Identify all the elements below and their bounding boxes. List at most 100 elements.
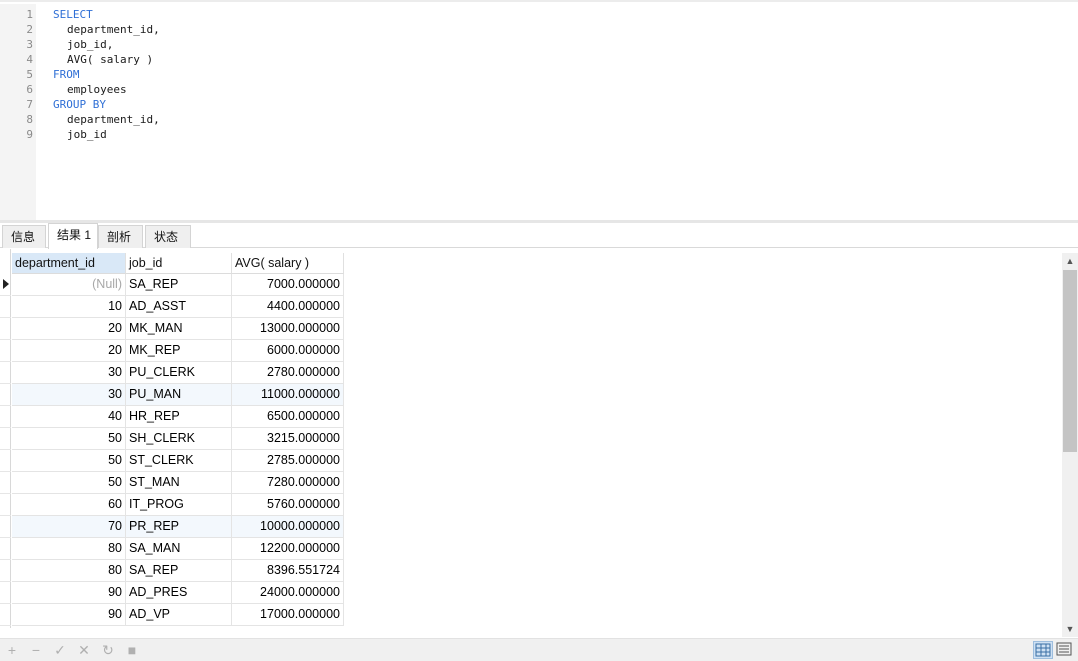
form-view-button[interactable] [1055, 641, 1075, 659]
row-selector[interactable] [0, 494, 11, 516]
cell-department-id[interactable]: 80 [12, 538, 126, 560]
row-selector[interactable] [0, 274, 11, 296]
cell-department-id[interactable]: 90 [12, 604, 126, 626]
vertical-scrollbar[interactable]: ▲ ▼ [1062, 253, 1078, 637]
cell-job-id[interactable]: PR_REP [126, 516, 232, 538]
cell-avg-salary[interactable]: 10000.000000 [232, 516, 344, 538]
table-row[interactable]: 80 SA_MAN 12200.000000 [12, 538, 344, 560]
scrollbar-thumb[interactable] [1063, 270, 1077, 452]
row-selector[interactable] [0, 450, 11, 472]
grid-view-button[interactable] [1033, 641, 1053, 659]
cell-avg-salary[interactable]: 4400.000000 [232, 296, 344, 318]
minus-icon[interactable]: − [27, 641, 45, 659]
cell-avg-salary[interactable]: 12200.000000 [232, 538, 344, 560]
close-icon[interactable]: ✕ [75, 641, 93, 659]
cell-department-id[interactable]: 90 [12, 582, 126, 604]
scroll-up-icon[interactable]: ▲ [1062, 253, 1078, 269]
cell-job-id[interactable]: HR_REP [126, 406, 232, 428]
table-row[interactable]: 60 IT_PROG 5760.000000 [12, 494, 344, 516]
cell-department-id[interactable]: (Null) [12, 274, 126, 296]
row-selector[interactable] [0, 472, 11, 494]
cell-department-id[interactable]: 20 [12, 318, 126, 340]
cell-department-id[interactable]: 80 [12, 560, 126, 582]
cell-department-id[interactable]: 50 [12, 428, 126, 450]
cell-avg-salary[interactable]: 2780.000000 [232, 362, 344, 384]
table-row[interactable]: 40 HR_REP 6500.000000 [12, 406, 344, 428]
cell-job-id[interactable]: SA_MAN [126, 538, 232, 560]
table-row[interactable]: 20 MK_REP 6000.000000 [12, 340, 344, 362]
table-row[interactable]: 10 AD_ASST 4400.000000 [12, 296, 344, 318]
row-selector[interactable] [0, 406, 11, 428]
cell-avg-salary[interactable]: 11000.000000 [232, 384, 344, 406]
row-selector[interactable] [0, 582, 11, 604]
sql-editor[interactable]: 1 2 3 4 5 6 7 8 9 SELECT department_id, job_id, AVG… [0, 0, 1078, 222]
cell-job-id[interactable]: IT_PROG [126, 494, 232, 516]
cell-department-id[interactable]: 10 [12, 296, 126, 318]
refresh-icon[interactable]: ↻ [99, 641, 117, 659]
tab-result-1[interactable]: 结果 1 [48, 223, 98, 249]
cell-department-id[interactable]: 30 [12, 384, 126, 406]
cell-job-id[interactable]: SA_REP [126, 560, 232, 582]
cell-department-id[interactable]: 50 [12, 472, 126, 494]
stop-icon[interactable]: ■ [123, 641, 141, 659]
cell-department-id[interactable]: 70 [12, 516, 126, 538]
table-row[interactable]: 90 AD_VP 17000.000000 [12, 604, 344, 626]
table-row[interactable]: 80 SA_REP 8396.551724 [12, 560, 344, 582]
column-header-department-id[interactable]: department_id [12, 253, 126, 274]
cell-job-id[interactable]: ST_MAN [126, 472, 232, 494]
tab-info[interactable]: 信息 [2, 225, 46, 248]
cell-job-id[interactable]: AD_VP [126, 604, 232, 626]
cell-job-id[interactable]: ST_CLERK [126, 450, 232, 472]
cell-avg-salary[interactable]: 3215.000000 [232, 428, 344, 450]
cell-job-id[interactable]: SA_REP [126, 274, 232, 296]
cell-avg-salary[interactable]: 7280.000000 [232, 472, 344, 494]
row-selector[interactable] [0, 560, 11, 582]
row-selector[interactable] [0, 516, 11, 538]
row-selector[interactable] [0, 296, 11, 318]
cell-job-id[interactable]: AD_PRES [126, 582, 232, 604]
table-row[interactable]: 50 ST_CLERK 2785.000000 [12, 450, 344, 472]
cell-department-id[interactable]: 40 [12, 406, 126, 428]
cell-job-id[interactable]: AD_ASST [126, 296, 232, 318]
column-header-job-id[interactable]: job_id [126, 253, 232, 274]
tab-status[interactable]: 状态 [145, 225, 191, 248]
table-row[interactable]: 30 PU_CLERK 2780.000000 [12, 362, 344, 384]
table-row[interactable]: 70 PR_REP 10000.000000 [12, 516, 344, 538]
tab-profile[interactable]: 剖析 [98, 225, 143, 248]
row-selector[interactable] [0, 538, 11, 560]
cell-avg-salary[interactable]: 6500.000000 [232, 406, 344, 428]
cell-department-id[interactable]: 20 [12, 340, 126, 362]
table-row[interactable]: (Null) SA_REP 7000.000000 [12, 274, 344, 296]
row-selector[interactable] [0, 428, 11, 450]
row-selector[interactable] [0, 604, 11, 626]
plus-icon[interactable]: + [3, 641, 21, 659]
table-row[interactable]: 50 SH_CLERK 3215.000000 [12, 428, 344, 450]
cell-department-id[interactable]: 30 [12, 362, 126, 384]
table-row[interactable]: 20 MK_MAN 13000.000000 [12, 318, 344, 340]
check-icon[interactable]: ✓ [51, 641, 69, 659]
table-row[interactable]: 90 AD_PRES 24000.000000 [12, 582, 344, 604]
row-selector[interactable] [0, 362, 11, 384]
column-header-avg-salary[interactable]: AVG( salary ) [232, 253, 344, 274]
cell-avg-salary[interactable]: 6000.000000 [232, 340, 344, 362]
cell-department-id[interactable]: 60 [12, 494, 126, 516]
cell-avg-salary[interactable]: 13000.000000 [232, 318, 344, 340]
cell-avg-salary[interactable]: 2785.000000 [232, 450, 344, 472]
cell-department-id[interactable]: 50 [12, 450, 126, 472]
cell-job-id[interactable]: PU_CLERK [126, 362, 232, 384]
cell-job-id[interactable]: SH_CLERK [126, 428, 232, 450]
cell-avg-salary[interactable]: 8396.551724 [232, 560, 344, 582]
result-grid[interactable]: department_id job_id AVG( salary ) (Null… [0, 249, 1062, 628]
table-row[interactable]: 30 PU_MAN 11000.000000 [12, 384, 344, 406]
cell-avg-salary[interactable]: 5760.000000 [232, 494, 344, 516]
row-selector[interactable] [0, 318, 11, 340]
row-selector[interactable] [0, 384, 11, 406]
cell-job-id[interactable]: MK_REP [126, 340, 232, 362]
cell-avg-salary[interactable]: 17000.000000 [232, 604, 344, 626]
cell-job-id[interactable]: PU_MAN [126, 384, 232, 406]
scroll-down-icon[interactable]: ▼ [1062, 621, 1078, 637]
cell-job-id[interactable]: MK_MAN [126, 318, 232, 340]
cell-avg-salary[interactable]: 7000.000000 [232, 274, 344, 296]
row-header-column[interactable] [0, 249, 11, 628]
table-row[interactable]: 50 ST_MAN 7280.000000 [12, 472, 344, 494]
